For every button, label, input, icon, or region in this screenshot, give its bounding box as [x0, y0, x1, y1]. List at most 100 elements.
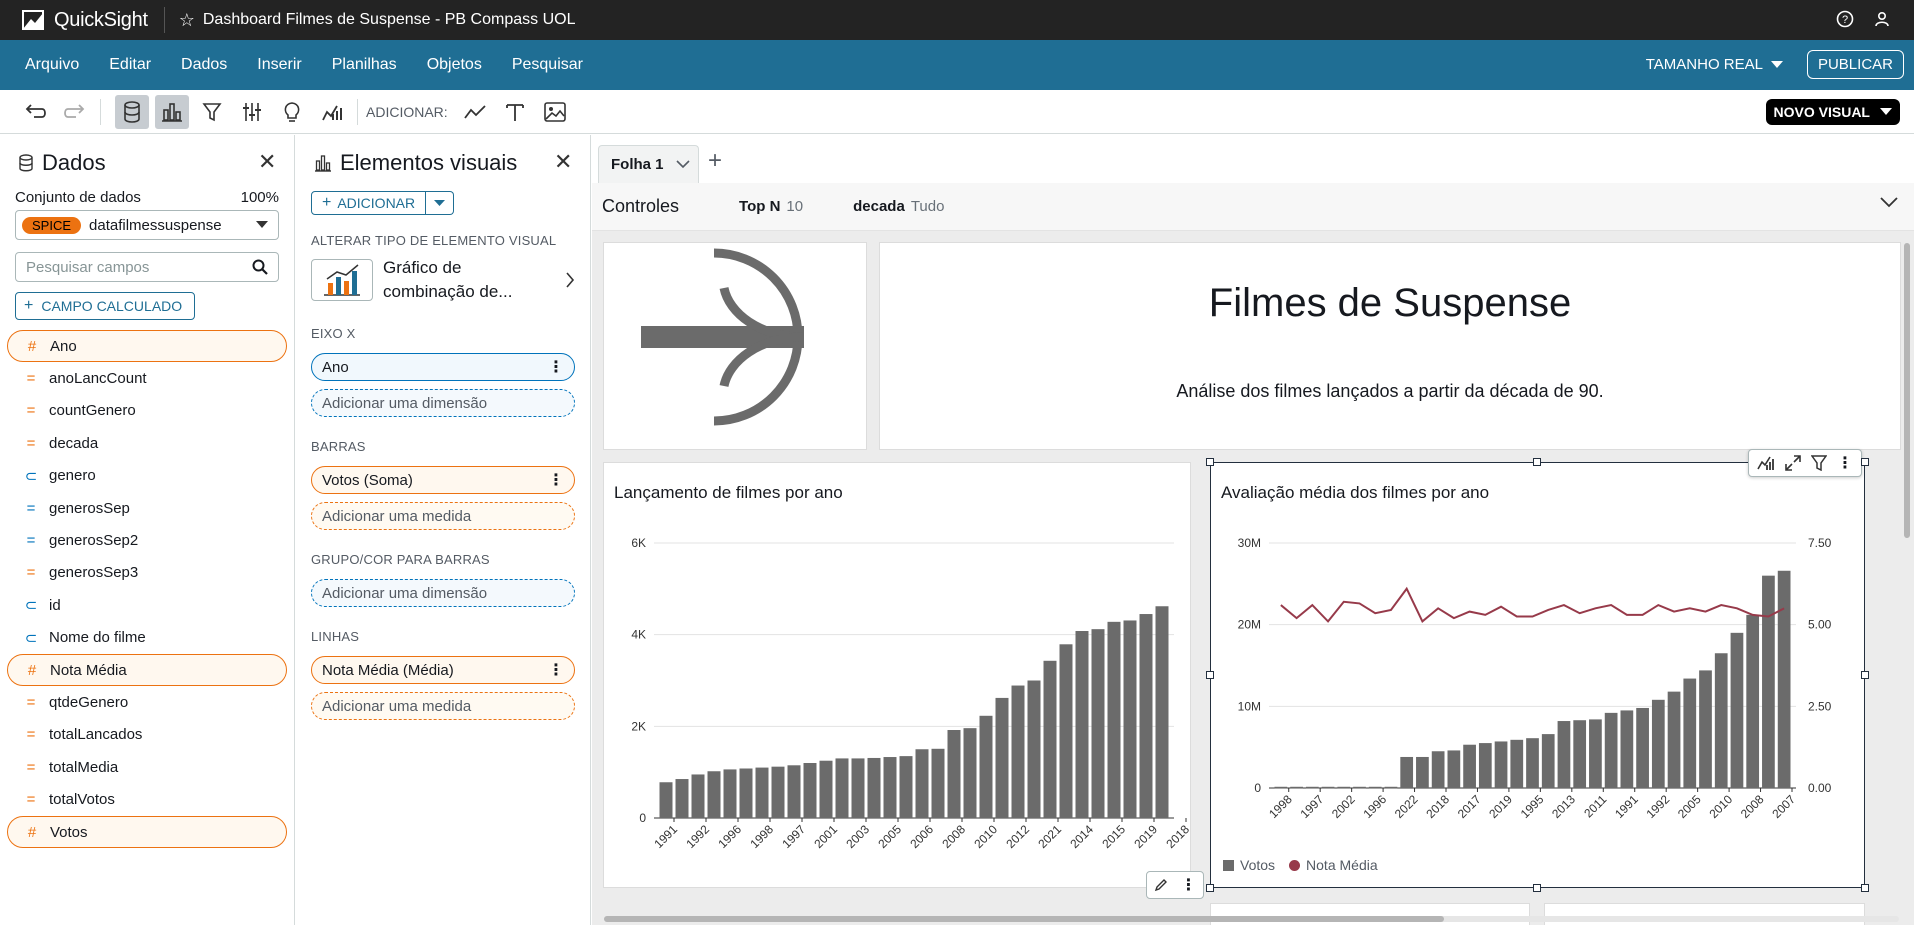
- bar: [1573, 720, 1587, 788]
- horizontal-scrollbar[interactable]: [604, 916, 1899, 922]
- resize-handle[interactable]: [1533, 458, 1541, 466]
- quicksight-logo[interactable]: QuickSight: [22, 9, 148, 32]
- menu-editar[interactable]: Editar: [94, 56, 166, 74]
- undo-icon[interactable]: [18, 95, 52, 129]
- calculated-field-button[interactable]: + CAMPO CALCULADO: [15, 292, 195, 320]
- field-item-nota-media[interactable]: # Nota Média: [7, 653, 287, 687]
- legend-item-votos[interactable]: Votos: [1223, 857, 1275, 873]
- favorite-star-icon[interactable]: ☆: [179, 10, 195, 31]
- resize-handle[interactable]: [1861, 458, 1869, 466]
- add-sheet-icon[interactable]: +: [708, 147, 722, 175]
- resize-handle[interactable]: [1861, 671, 1869, 679]
- avg-rating-per-year-chart[interactable]: Avaliação média dos filmes por ano 0 10M 2…: [1206, 449, 1869, 892]
- add-image-icon[interactable]: [538, 95, 572, 129]
- menu-inserir[interactable]: Inserir: [242, 56, 316, 74]
- menu-pesquisar[interactable]: Pesquisar: [497, 56, 598, 74]
- chevron-down-icon[interactable]: [675, 160, 690, 169]
- scrollbar-thumb[interactable]: [604, 916, 1444, 922]
- publish-button[interactable]: PUBLICAR: [1806, 50, 1904, 79]
- bars-field-well[interactable]: Votos (Soma) ⋮: [311, 466, 575, 494]
- help-icon[interactable]: ?: [1836, 10, 1854, 28]
- close-visuals-panel-icon[interactable]: ✕: [554, 149, 572, 175]
- filter-icon[interactable]: [1811, 455, 1827, 471]
- resize-handle[interactable]: [1206, 884, 1214, 892]
- data-toggle-icon[interactable]: [115, 94, 149, 129]
- field-item-totalvotos[interactable]: = totalVotos: [7, 783, 287, 815]
- y-tick-label: 0: [1254, 781, 1261, 795]
- field-item-generossep3[interactable]: = generosSep3: [7, 557, 287, 589]
- add-visual-button[interactable]: + ADICIONAR: [311, 191, 427, 215]
- field-item-nome-do-filme[interactable]: ⊂ Nome do filme: [7, 622, 287, 654]
- field-item-countgenero[interactable]: = countGenero: [7, 395, 287, 427]
- more-options-icon[interactable]: ⋮: [548, 470, 564, 490]
- field-item-votos[interactable]: # Votos: [7, 815, 287, 849]
- vertical-scrollbar[interactable]: [1904, 243, 1910, 913]
- visuals-toggle-icon[interactable]: [155, 94, 189, 129]
- new-visual-button[interactable]: NOVO VISUAL: [1765, 99, 1900, 125]
- bar: [1526, 738, 1539, 788]
- field-item-generossep[interactable]: = generosSep: [7, 492, 287, 524]
- themes-icon[interactable]: [315, 95, 349, 129]
- dataset-select[interactable]: SPICE datafilmessuspense: [15, 210, 279, 240]
- control-decada[interactable]: decada Tudo: [853, 198, 944, 215]
- measure-icon: =: [26, 402, 36, 420]
- x-axis-add-dimension[interactable]: Adicionar uma dimensão: [311, 389, 575, 417]
- expand-icon[interactable]: [1785, 455, 1801, 471]
- field-item-decada[interactable]: = decada: [7, 427, 287, 459]
- parameters-icon[interactable]: [235, 95, 269, 129]
- menu-dados[interactable]: Dados: [166, 56, 242, 74]
- bar: [1746, 614, 1760, 788]
- resize-handle[interactable]: [1206, 458, 1214, 466]
- field-item-qtdegenero[interactable]: = qtdeGenero: [7, 686, 287, 718]
- logo-card[interactable]: [603, 242, 867, 450]
- format-visual-icon[interactable]: [1757, 455, 1775, 471]
- field-item-ano[interactable]: # Ano: [7, 330, 287, 363]
- field-search-input[interactable]: Pesquisar campos: [15, 252, 279, 282]
- add-text-icon[interactable]: [498, 95, 532, 129]
- more-options-icon[interactable]: ⋮: [1181, 875, 1197, 895]
- combo-chart-icon: [311, 259, 373, 301]
- insights-icon[interactable]: [275, 95, 309, 129]
- user-icon[interactable]: [1874, 11, 1890, 27]
- more-options-icon[interactable]: ⋮: [1837, 453, 1853, 473]
- add-visual-dropdown[interactable]: [426, 191, 455, 215]
- chevron-down-icon[interactable]: [1880, 197, 1898, 208]
- resize-handle[interactable]: [1861, 884, 1869, 892]
- releases-per-year-chart[interactable]: Lançamento de filmes por ano 0 2K 4K 6K 1991…: [603, 462, 1204, 899]
- visual-type-selector[interactable]: Gráfico de combinação de...: [311, 256, 575, 304]
- menu-planilhas[interactable]: Planilhas: [317, 56, 412, 74]
- menu-objetos[interactable]: Objetos: [412, 56, 497, 74]
- sheet-canvas: Folha 1 + Controles Top N 10 decada Tudo F…: [592, 135, 1914, 925]
- filter-icon[interactable]: [195, 95, 229, 129]
- menu-arquivo[interactable]: Arquivo: [0, 56, 94, 74]
- redo-icon[interactable]: [58, 95, 92, 129]
- group-add-dimension[interactable]: Adicionar uma dimensão: [311, 579, 575, 607]
- tab-folha-1[interactable]: Folha 1: [598, 145, 699, 183]
- size-dropdown[interactable]: TAMANHO REAL: [1646, 56, 1783, 73]
- y2-tick-label: 5.00: [1808, 618, 1832, 632]
- lines-field-well[interactable]: Nota Média (Média) ⋮: [311, 656, 575, 684]
- field-item-genero[interactable]: ⊂ genero: [7, 460, 287, 492]
- legend-item-nota-media[interactable]: Nota Média: [1289, 857, 1378, 873]
- add-line-chart-icon[interactable]: [458, 95, 492, 129]
- control-top-n[interactable]: Top N 10: [739, 198, 803, 215]
- field-item-id[interactable]: ⊂ id: [7, 589, 287, 621]
- pencil-icon[interactable]: [1154, 878, 1168, 892]
- lines-add-measure[interactable]: Adicionar uma medida: [311, 692, 575, 720]
- field-item-anolanccount[interactable]: = anoLancCount: [7, 362, 287, 394]
- close-data-panel-icon[interactable]: ✕: [258, 149, 276, 175]
- field-item-totalmedia[interactable]: = totalMedia: [7, 751, 287, 783]
- more-options-icon[interactable]: ⋮: [548, 660, 564, 680]
- resize-handle[interactable]: [1206, 671, 1214, 679]
- field-item-generossep2[interactable]: = generosSep2: [7, 524, 287, 556]
- resize-handle[interactable]: [1533, 884, 1541, 892]
- header-text-card[interactable]: Filmes de Suspense Análise dos filmes la…: [879, 242, 1901, 450]
- x-axis-field-well[interactable]: Ano ⋮: [311, 353, 575, 381]
- bars-add-measure[interactable]: Adicionar uma medida: [311, 502, 575, 530]
- scrollbar-thumb[interactable]: [1904, 243, 1910, 538]
- field-item-totallancados[interactable]: = totalLancados: [7, 719, 287, 751]
- bar: [1305, 786, 1319, 789]
- line-series-nota-media: [1280, 586, 1785, 623]
- more-options-icon[interactable]: ⋮: [548, 357, 564, 377]
- bar: [723, 769, 737, 818]
